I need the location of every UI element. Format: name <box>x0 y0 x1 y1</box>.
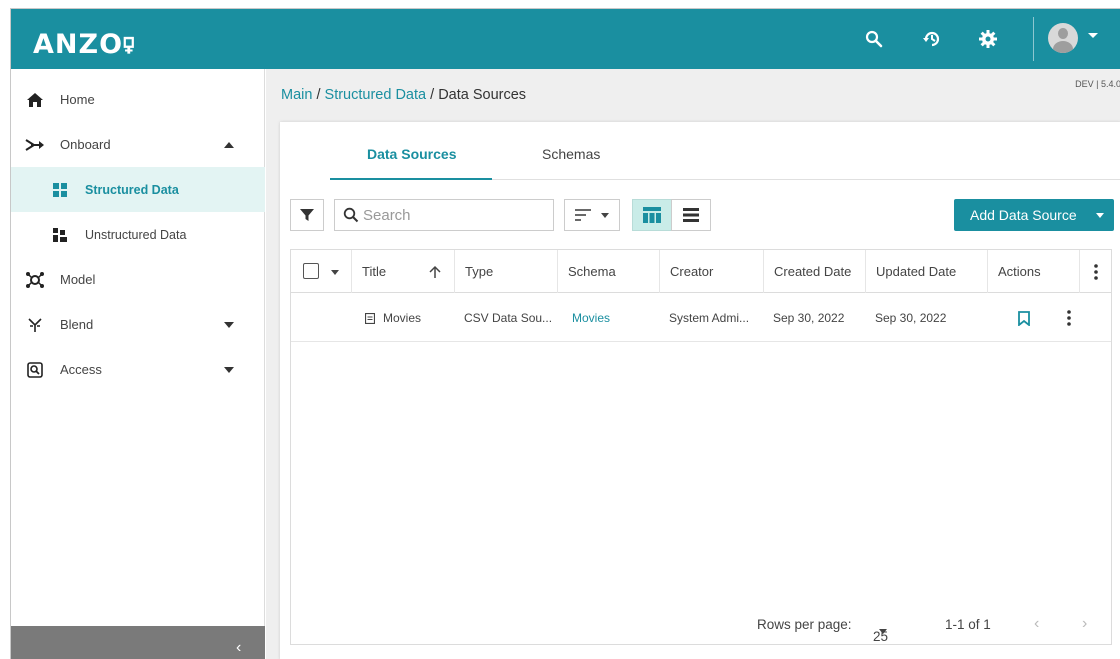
sort-icon <box>575 209 591 221</box>
bookmark-button[interactable] <box>1009 294 1039 342</box>
tab-schemas[interactable]: Schemas <box>542 146 600 162</box>
file-icon <box>365 312 375 324</box>
sidebar-item-label: Onboard <box>60 137 111 152</box>
more-vertical-icon <box>1093 263 1098 280</box>
filter-icon <box>300 209 314 221</box>
table-view-icon <box>643 207 661 223</box>
chevron-down-icon <box>601 212 609 218</box>
table-row[interactable]: Movies CSV Data Sou... Movies System Adm… <box>291 294 1111 342</box>
sidebar-item-home[interactable]: Home <box>11 77 265 122</box>
gear-icon[interactable] <box>975 26 1001 52</box>
grid-view-button[interactable] <box>632 199 672 231</box>
chevron-left-icon: ‹ <box>236 639 242 656</box>
version-label: DEV | 5.4.0 <box>1075 79 1120 89</box>
chevron-down-icon <box>224 321 234 328</box>
list-view-icon <box>683 208 699 222</box>
access-icon <box>25 360 45 380</box>
top-bar: ANZO🜿 <box>11 9 1120 69</box>
chevron-down-icon[interactable] <box>1088 33 1098 38</box>
column-header-type[interactable]: Type <box>454 250 557 293</box>
next-page-button[interactable]: › <box>1082 615 1087 633</box>
unstructured-data-icon <box>53 227 67 242</box>
sidebar-item-label: Home <box>60 92 95 107</box>
avatar[interactable] <box>1048 23 1078 53</box>
cell-updated-date: Sep 30, 2022 <box>875 311 947 325</box>
filter-button[interactable] <box>290 199 324 231</box>
sidebar-item-label: Blend <box>60 317 94 332</box>
bookmark-icon <box>1018 310 1030 326</box>
chevron-down-icon <box>224 366 234 373</box>
structured-data-icon <box>53 182 67 197</box>
column-header-title[interactable]: Title <box>351 250 454 293</box>
main-content: Main / Structured Data / Data Sources DE… <box>266 69 1120 659</box>
chevron-up-icon <box>224 141 234 148</box>
sidebar-item-label: Structured Data <box>85 182 179 197</box>
app-window: ANZO🜿 Home Onboard Structured Data Unstr… <box>10 8 1120 659</box>
sidebar-item-access[interactable]: Access <box>11 347 265 392</box>
breadcrumb-current: Data Sources <box>438 87 527 103</box>
cell-created-date: Sep 30, 2022 <box>773 311 845 325</box>
home-icon <box>25 90 45 110</box>
sidebar-collapse-button[interactable]: ‹ <box>11 626 265 659</box>
breadcrumb-main[interactable]: Main <box>281 87 312 103</box>
sort-dropdown[interactable] <box>564 199 620 231</box>
sidebar-item-structured-data[interactable]: Structured Data <box>11 167 265 212</box>
select-all-checkbox[interactable] <box>303 263 319 279</box>
arrow-up-icon <box>429 265 441 278</box>
pagination: Rows per page: 25 1-1 of 1 ‹ › <box>757 615 1088 644</box>
sidebar-item-unstructured-data[interactable]: Unstructured Data <box>11 212 265 257</box>
sidebar-item-label: Access <box>60 362 102 377</box>
column-menu-button[interactable] <box>1079 250 1111 293</box>
more-vertical-icon <box>1067 310 1071 326</box>
chevron-down-icon <box>1096 213 1104 218</box>
chevron-down-icon[interactable] <box>331 270 339 275</box>
search-icon <box>343 207 359 228</box>
blend-icon <box>25 315 45 335</box>
anzo-logo[interactable]: ANZO🜿 <box>33 20 136 66</box>
cell-type: CSV Data Sou... <box>464 311 553 325</box>
cell-title[interactable]: Movies <box>351 294 454 342</box>
rows-per-page-label: Rows per page: <box>757 617 852 632</box>
chevron-down-icon <box>879 629 887 634</box>
sidebar-item-blend[interactable]: Blend <box>11 302 265 347</box>
data-sources-table: Title Type Schema Creator Created Date U… <box>290 249 1112 645</box>
column-header-creator[interactable]: Creator <box>659 250 763 293</box>
row-more-button[interactable] <box>1056 294 1082 342</box>
sidebar-item-label: Model <box>60 272 96 287</box>
data-sources-card: Data Sources Schemas Search Add Data Sou… <box>280 122 1120 659</box>
tab-data-sources[interactable]: Data Sources <box>367 146 456 162</box>
history-icon[interactable] <box>919 26 945 52</box>
cell-creator: System Admi... <box>669 311 750 325</box>
topbar-divider <box>1033 17 1034 61</box>
search-field[interactable] <box>334 199 554 231</box>
breadcrumb: Main / Structured Data / Data Sources <box>281 87 527 103</box>
list-view-button[interactable] <box>671 199 711 231</box>
column-header-updated-date[interactable]: Updated Date <box>865 250 987 293</box>
add-data-source-button[interactable]: Add Data Source <box>954 199 1114 231</box>
column-header-schema[interactable]: Schema <box>557 250 659 293</box>
sidebar-item-onboard[interactable]: Onboard <box>11 122 265 167</box>
search-input[interactable] <box>363 205 548 225</box>
breadcrumb-structured-data[interactable]: Structured Data <box>325 87 427 103</box>
model-icon <box>25 270 45 290</box>
column-header-created-date[interactable]: Created Date <box>763 250 865 293</box>
previous-page-button[interactable]: ‹ <box>1034 615 1039 633</box>
sidebar-item-model[interactable]: Model <box>11 257 265 302</box>
onboard-arrow-icon <box>25 135 45 155</box>
cell-schema-link[interactable]: Movies <box>562 294 659 342</box>
page-range: 1-1 of 1 <box>945 617 991 632</box>
column-header-actions: Actions <box>987 250 1079 293</box>
tab-bar: Data Sources Schemas <box>330 122 1120 180</box>
sidebar-item-label: Unstructured Data <box>85 227 187 242</box>
sidebar: Home Onboard Structured Data Unstructure… <box>11 69 265 659</box>
table-header: Title Type Schema Creator Created Date U… <box>291 250 1111 293</box>
active-tab-indicator <box>330 178 492 180</box>
search-icon[interactable] <box>861 26 887 52</box>
